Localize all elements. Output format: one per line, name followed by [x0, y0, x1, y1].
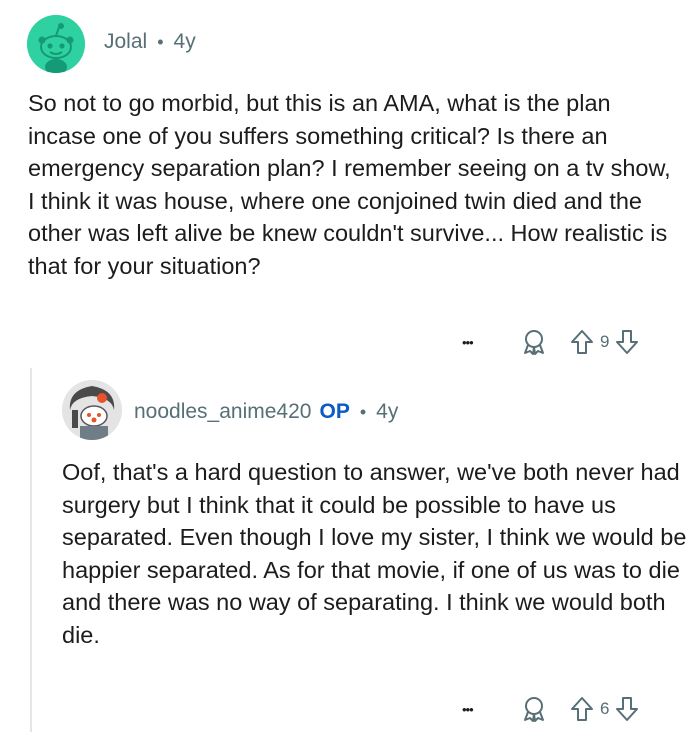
comment-actions: ••• 9 [462, 328, 639, 356]
snoo-avatar-icon [62, 380, 122, 440]
award-icon[interactable] [520, 695, 548, 723]
avatar[interactable] [62, 380, 122, 440]
avatar[interactable] [27, 15, 85, 73]
comment-2: noodles_anime420 OP • 4y Oof, that's a h… [40, 370, 700, 732]
comment-actions: ••• 6 [462, 695, 639, 723]
snoo-avatar-icon [27, 15, 85, 73]
comment-meta: Jolal • 4y [104, 30, 196, 54]
separator-dot: • [157, 31, 164, 52]
separator-dot: • [359, 401, 367, 422]
downvote-icon[interactable] [615, 329, 639, 355]
op-badge: OP [319, 400, 350, 423]
comment-1: Jolal • 4y So not to go morbid, but this… [0, 0, 700, 370]
comment-meta: noodles_anime420 OP • 4y [134, 400, 398, 424]
comment-body: So not to go morbid, but this is an AMA,… [28, 90, 671, 279]
thread-line[interactable] [30, 368, 32, 732]
more-options-button[interactable]: ••• [462, 702, 492, 717]
upvote-icon[interactable] [570, 696, 594, 722]
comment-age: 4y [173, 30, 196, 53]
award-icon[interactable] [520, 328, 548, 356]
downvote-icon[interactable] [615, 696, 639, 722]
username[interactable]: Jolal [104, 30, 147, 54]
vote-count: 6 [600, 699, 610, 718]
comment-age: 4y [376, 400, 399, 423]
username[interactable]: noodles_anime420 [134, 400, 311, 424]
comment-body: Oof, that's a hard question to answer, w… [62, 459, 687, 648]
more-options-button[interactable]: ••• [462, 335, 492, 350]
upvote-icon[interactable] [570, 329, 594, 355]
vote-count: 9 [600, 332, 610, 351]
